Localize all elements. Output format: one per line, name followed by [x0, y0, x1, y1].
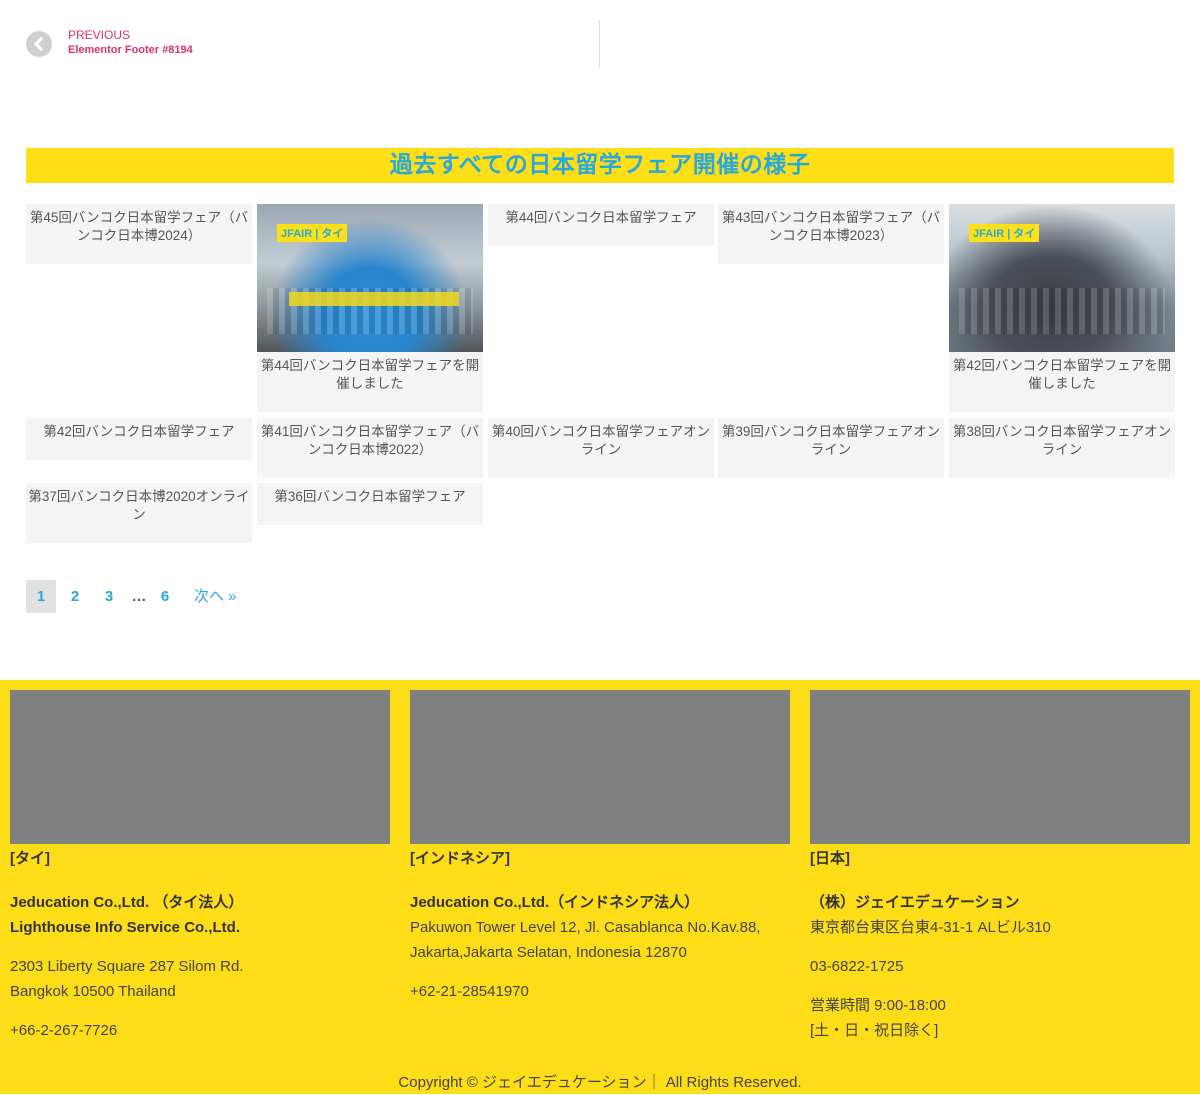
chevron-left-icon [26, 31, 52, 57]
post-card[interactable]: JFAIR | タイ 第42回バンコク日本留学フェアを開催しました [949, 204, 1175, 412]
post-card[interactable]: 第43回バンコク日本留学フェア（バンコク日本博2023） [718, 204, 944, 264]
post-title[interactable]: 第44回バンコク日本留学フェア [488, 204, 714, 235]
page-link-2[interactable]: 2 [60, 580, 90, 613]
post-title[interactable]: 第38回バンコク日本留学フェアオンライン [949, 418, 1175, 467]
region-label: [タイ] [10, 850, 50, 867]
phone-number: 03-6822-1725 [810, 958, 904, 975]
map-indonesia[interactable] [410, 690, 790, 844]
post-card[interactable]: 第41回バンコク日本留学フェア（バンコク日本博2022） [257, 418, 483, 478]
post-title[interactable]: 第45回バンコク日本留学フェア（バンコク日本博2024） [26, 204, 252, 253]
previous-title: Elementor Footer #8194 [68, 44, 193, 56]
post-title[interactable]: 第42回バンコク日本留学フェアを開催しました [949, 352, 1175, 401]
post-title[interactable]: 第43回バンコク日本留学フェア（バンコク日本博2023） [718, 204, 944, 253]
page-current: 1 [26, 580, 56, 613]
post-card[interactable]: 第45回バンコク日本留学フェア（バンコク日本博2024） [26, 204, 252, 264]
previous-post-link[interactable]: PREVIOUS Elementor Footer #8194 [26, 28, 193, 58]
footer-col-thailand: [タイ] Jeducation Co.,Ltd. （タイ法人） Lighthou… [10, 690, 390, 1043]
phone-number: +66-2-267-7726 [10, 1022, 118, 1039]
next-page-link[interactable]: 次へ » [194, 580, 237, 613]
post-card[interactable]: 第40回バンコク日本留学フェアオンライン [488, 418, 714, 478]
company-name-2: Lighthouse Info Service Co.,Ltd. [10, 919, 241, 936]
address-line-2: Bangkok 10500 Thailand [10, 983, 176, 1000]
previous-label: PREVIOUS [68, 28, 131, 42]
pagination: 1 2 3 … 6 次へ » [26, 580, 241, 613]
post-card[interactable]: 第37回バンコク日本博2020オンライン [26, 483, 252, 543]
thumbnail-crowd [959, 288, 1165, 334]
post-title[interactable]: 第40回バンコク日本留学フェアオンライン [488, 418, 714, 467]
footer-col-japan: [日本] （株）ジェイエデュケーション 東京都台東区台東4-31-1 ALビル3… [810, 690, 1190, 1043]
phone-number: +62-21-28541970 [410, 983, 529, 1000]
page-dots: … [131, 588, 147, 605]
page-link-3[interactable]: 3 [94, 580, 124, 613]
thumbnail-tag: JFAIR | タイ [969, 224, 1040, 242]
closed-days: [土・日・祝日除く] [810, 1022, 939, 1039]
address-line-1: 2303 Liberty Square 287 Silom Rd. [10, 958, 244, 975]
address-line-2: Jakarta,Jakarta Selatan, Indonesia 12870 [410, 944, 687, 961]
address-line-1: Pakuwon Tower Level 12, Jl. Casablanca N… [410, 919, 761, 936]
map-thailand[interactable] [10, 690, 390, 844]
business-hours: 営業時間 9:00-18:00 [810, 997, 946, 1014]
post-card[interactable]: 第44回バンコク日本留学フェア [488, 204, 714, 246]
region-label: [日本] [810, 850, 850, 867]
section-heading: 過去すべての日本留学フェア開催の様子 [26, 148, 1174, 183]
post-title[interactable]: 第42回バンコク日本留学フェア [26, 418, 252, 449]
post-thumbnail[interactable]: JFAIR | タイ [257, 204, 483, 352]
thumbnail-banner [289, 292, 459, 306]
company-name: Jeducation Co.,Ltd. （タイ法人） Lighthouse In… [10, 890, 390, 940]
address-line: 東京都台東区台東4-31-1 ALビル310 [810, 919, 1051, 936]
post-title[interactable]: 第39回バンコク日本留学フェアオンライン [718, 418, 944, 467]
map-japan[interactable] [810, 690, 1190, 844]
company-name: Jeducation Co.,Ltd.（インドネシア法人） [410, 894, 700, 911]
post-thumbnail[interactable]: JFAIR | タイ [949, 204, 1175, 352]
thumbnail-tag: JFAIR | タイ [277, 224, 348, 242]
company-name-1: Jeducation Co.,Ltd. （タイ法人） [10, 894, 244, 911]
post-title[interactable]: 第36回バンコク日本留学フェア [257, 483, 483, 514]
nav-divider [599, 20, 600, 67]
post-title[interactable]: 第37回バンコク日本博2020オンライン [26, 483, 252, 532]
post-navigation: PREVIOUS Elementor Footer #8194 [0, 0, 1200, 90]
region-label: [インドネシア] [410, 850, 510, 867]
post-card[interactable]: 第39回バンコク日本留学フェアオンライン [718, 418, 944, 478]
footer-col-indonesia: [インドネシア] Jeducation Co.,Ltd.（インドネシア法人） P… [410, 690, 790, 1004]
post-card[interactable]: 第42回バンコク日本留学フェア [26, 418, 252, 460]
post-card[interactable]: JFAIR | タイ 第44回バンコク日本留学フェアを開催しました [257, 204, 483, 412]
post-title[interactable]: 第44回バンコク日本留学フェアを開催しました [257, 352, 483, 401]
post-card[interactable]: 第38回バンコク日本留学フェアオンライン [949, 418, 1175, 478]
copyright: Copyright © ジェイエデュケーション｜ All Rights Rese… [398, 1074, 802, 1091]
company-name: （株）ジェイエデュケーション [810, 894, 1020, 911]
post-card[interactable]: 第36回バンコク日本留学フェア [257, 483, 483, 525]
post-title[interactable]: 第41回バンコク日本留学フェア（バンコク日本博2022） [257, 418, 483, 467]
previous-post-text: PREVIOUS Elementor Footer #8194 [68, 28, 193, 58]
site-footer: [タイ] Jeducation Co.,Ltd. （タイ法人） Lighthou… [0, 680, 1200, 1094]
page-link-6[interactable]: 6 [150, 580, 180, 613]
